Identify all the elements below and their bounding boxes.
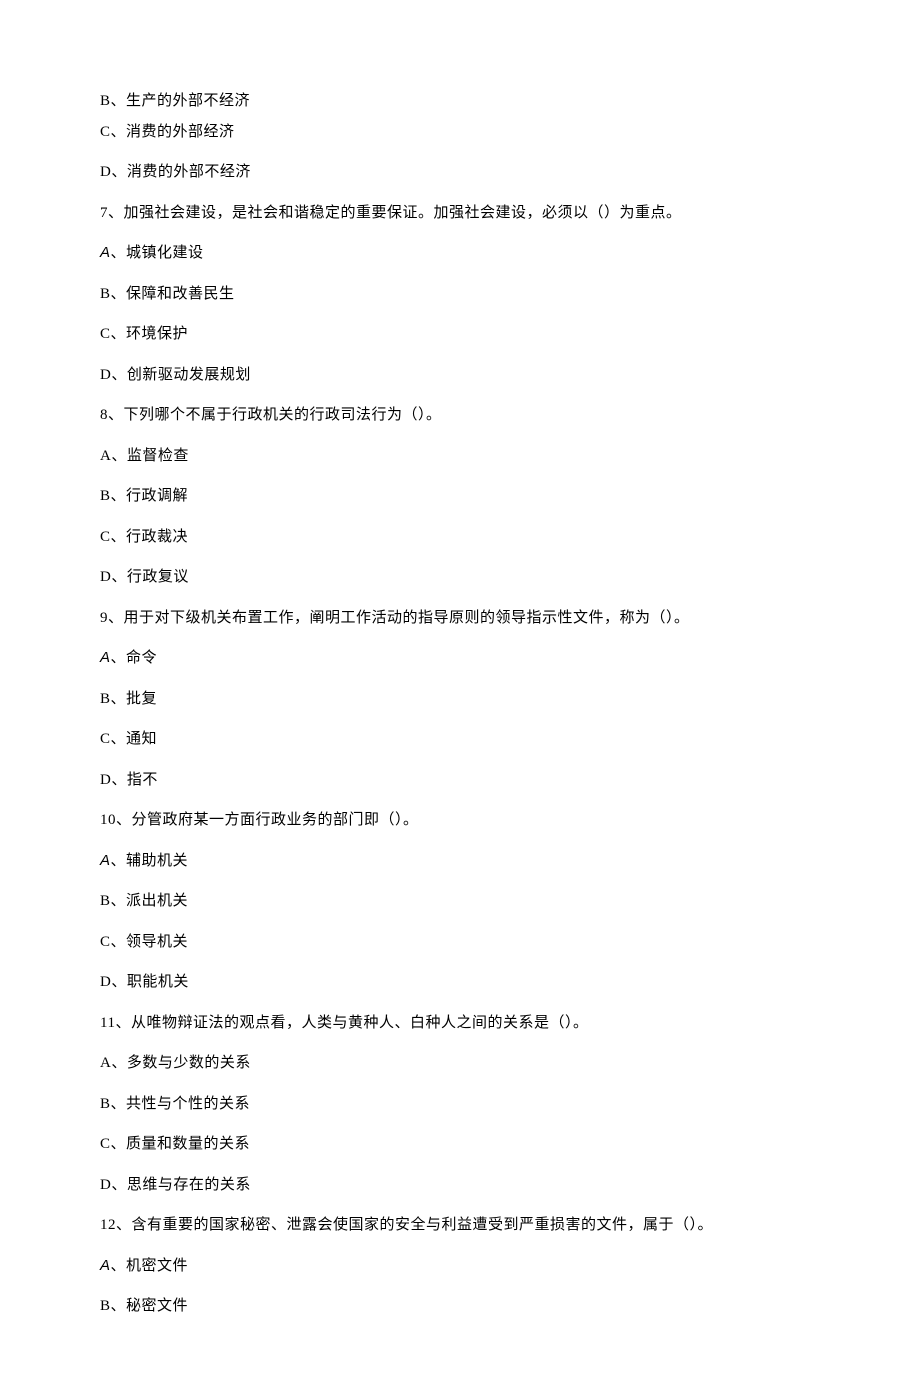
option-d: D、行政复议	[100, 566, 820, 589]
question-12: 12、含有重要的国家秘密、泄露会使国家的安全与利益遭受到严重损害的文件，属于（）…	[100, 1214, 820, 1237]
option-b: B、共性与个性的关系	[100, 1093, 820, 1116]
option-b: B、行政调解	[100, 485, 820, 508]
option-b: B、生产的外部不经济	[100, 90, 820, 113]
question-10: 10、分管政府某一方面行政业务的部门即（）。	[100, 809, 820, 832]
question-7: 7、加强社会建设，是社会和谐稳定的重要保证。加强社会建设，必须以（）为重点。	[100, 202, 820, 225]
option-d: D、思维与存在的关系	[100, 1174, 820, 1197]
italic-letter: A	[100, 244, 111, 261]
option-a: A、城镇化建设	[100, 242, 820, 265]
question-11: 11、从唯物辩证法的观点看，人类与黄种人、白种人之间的关系是（）。	[100, 1012, 820, 1035]
option-a: A、辅助机关	[100, 850, 820, 873]
option-d: D、消费的外部不经济	[100, 161, 820, 184]
option-b: B、批复	[100, 688, 820, 711]
option-c: C、质量和数量的关系	[100, 1133, 820, 1156]
italic-letter: A	[100, 649, 111, 666]
option-text: 、辅助机关	[111, 853, 189, 869]
option-a: A、命令	[100, 647, 820, 670]
option-c: C、通知	[100, 728, 820, 751]
option-text: 、机密文件	[111, 1258, 189, 1274]
question-9: 9、用于对下级机关布置工作，阐明工作活动的指导原则的领导指示性文件，称为（）。	[100, 607, 820, 630]
document-page: B、生产的外部不经济 C、消费的外部经济 D、消费的外部不经济 7、加强社会建设…	[0, 0, 920, 1396]
option-b: B、保障和改善民生	[100, 283, 820, 306]
option-c: C、环境保护	[100, 323, 820, 346]
option-c: C、消费的外部经济	[100, 121, 820, 144]
option-a: A、监督检查	[100, 445, 820, 468]
option-text: 、城镇化建设	[111, 245, 204, 261]
option-a: A、多数与少数的关系	[100, 1052, 820, 1075]
option-b: B、秘密文件	[100, 1295, 820, 1318]
option-a: A、机密文件	[100, 1255, 820, 1278]
question-8: 8、下列哪个不属于行政机关的行政司法行为（）。	[100, 404, 820, 427]
option-d: D、创新驱动发展规划	[100, 364, 820, 387]
italic-letter: A	[100, 852, 111, 869]
option-c: C、行政裁决	[100, 526, 820, 549]
option-d: D、职能机关	[100, 971, 820, 994]
italic-letter: A	[100, 1257, 111, 1274]
option-c: C、领导机关	[100, 931, 820, 954]
option-d: D、指不	[100, 769, 820, 792]
option-text: 、命令	[111, 650, 158, 666]
option-b: B、派出机关	[100, 890, 820, 913]
